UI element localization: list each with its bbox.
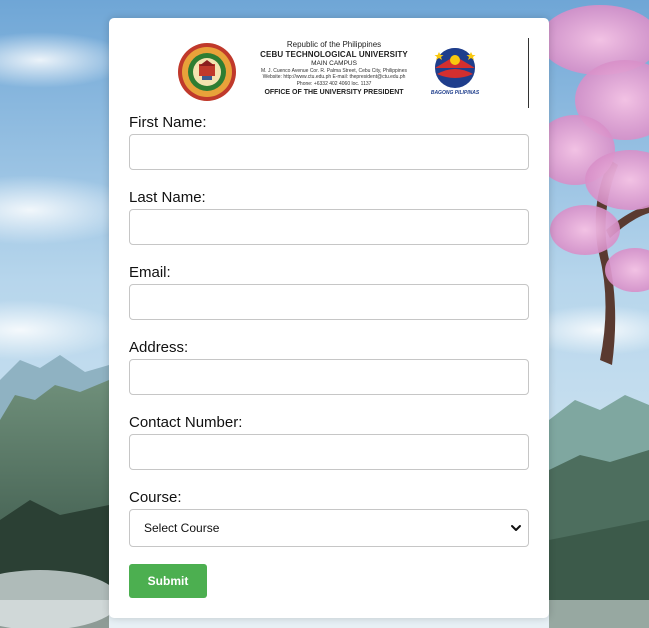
address-label: Address: — [129, 339, 189, 356]
course-select[interactable]: Select Course — [129, 509, 529, 547]
republic-text: Republic of the Philippines — [286, 40, 382, 49]
registration-card: Republic of the Philippines CEBU TECHNOL… — [109, 18, 549, 618]
first-name-label: First Name: — [129, 114, 207, 131]
course-field: Course: Select Course — [129, 488, 529, 547]
first-name-input[interactable] — [129, 134, 529, 170]
bagong-pilipinas-logo: BAGONG PILIPINAS — [427, 46, 483, 98]
campus-name: MAIN CAMPUS — [311, 60, 357, 67]
university-seal-logo — [177, 42, 237, 102]
office-title: OFFICE OF THE UNIVERSITY PRESIDENT — [264, 88, 404, 96]
email-input[interactable] — [129, 284, 529, 320]
university-website: Website: http://www.ctu.edu.ph E-mail: t… — [262, 74, 406, 81]
letterhead-text: Republic of the Philippines CEBU TECHNOL… — [249, 40, 419, 98]
contact-number-input[interactable] — [129, 434, 529, 470]
contact-number-field: Contact Number: — [129, 413, 529, 470]
contact-number-label: Contact Number: — [129, 414, 243, 431]
last-name-input[interactable] — [129, 209, 529, 245]
submit-button[interactable]: Submit — [129, 564, 207, 598]
university-name: CEBU TECHNOLOGICAL UNIVERSITY — [260, 50, 408, 59]
first-name-field: First Name: — [129, 113, 529, 170]
address-input[interactable] — [129, 359, 529, 395]
header-divider — [528, 38, 529, 108]
letterhead: Republic of the Philippines CEBU TECHNOL… — [109, 18, 549, 113]
last-name-label: Last Name: — [129, 189, 206, 206]
university-phone: Phone: +6332 402 4060 loc. 1137 — [296, 80, 372, 87]
last-name-field: Last Name: — [129, 188, 529, 245]
gov-logo-caption: BAGONG PILIPINAS — [430, 90, 480, 96]
email-label: Email: — [129, 264, 171, 281]
address-field: Address: — [129, 338, 529, 395]
email-field: Email: — [129, 263, 529, 320]
course-label: Course: — [129, 489, 182, 506]
